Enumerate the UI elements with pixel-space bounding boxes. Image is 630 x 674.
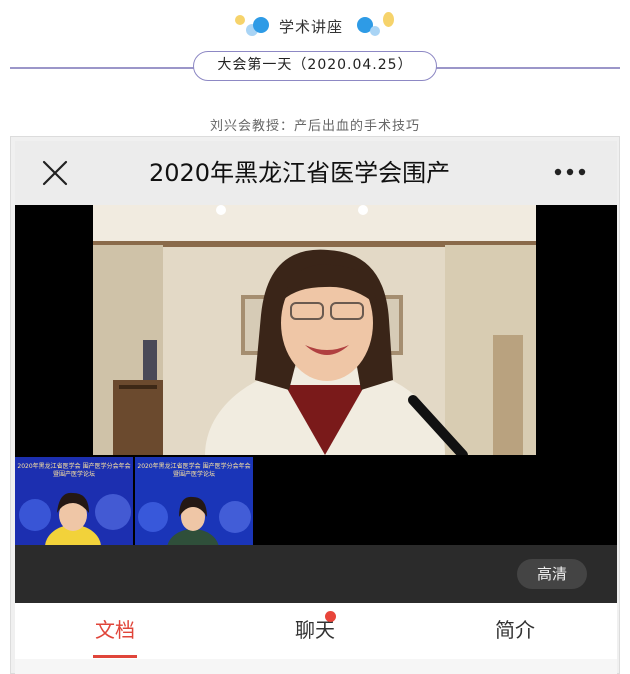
live-title: 2020年黑龙江省医学会围产 — [149, 159, 451, 187]
participant-thumbnails: 2020年黑龙江省医学会 围产医学分会年会暨围产医学论坛 2020年黑龙江省医学… — [15, 457, 255, 545]
close-icon[interactable] — [41, 159, 69, 187]
top-bar: 2020年黑龙江省医学会围产 — [15, 141, 617, 205]
tab-intro[interactable]: 简介 — [415, 603, 615, 659]
phone-screenshot: 2020年黑龙江省医学会围产 2020年黑龙江省医学会 围产医学分会年会暨围产医… — [10, 136, 620, 674]
speaker-video-image — [93, 205, 536, 455]
thumbnail-caption: 2020年黑龙江省医学会 围产医学分会年会暨围产医学论坛 — [137, 463, 251, 478]
tab-documents[interactable]: 文档 — [15, 603, 215, 659]
content-area — [15, 659, 617, 674]
tab-chat[interactable]: 聊天 — [215, 603, 415, 659]
active-tab-indicator — [93, 655, 137, 658]
date-pill: 大会第一天（2020.04.25） — [193, 51, 437, 81]
thumbnail-caption: 2020年黑龙江省医学会 围产医学分会年会暨围产医学论坛 — [17, 463, 131, 478]
main-speaker-feed[interactable] — [93, 205, 536, 455]
more-icon[interactable] — [553, 167, 587, 177]
section-title: 学术讲座 — [279, 18, 344, 36]
chat-unread-badge — [325, 611, 336, 622]
lecture-subtitle: 刘兴会教授：产后出血的手术技巧 — [209, 119, 420, 134]
tab-bar: 文档 聊天 简介 — [15, 603, 617, 659]
participant-thumbnail[interactable]: 2020年黑龙江省医学会 围产医学分会年会暨围产医学论坛 — [135, 457, 253, 545]
video-controls-bar: 高清 — [15, 545, 617, 603]
video-player[interactable]: 2020年黑龙江省医学会 围产医学分会年会暨围产医学论坛 2020年黑龙江省医学… — [15, 205, 617, 603]
participant-thumbnail[interactable]: 2020年黑龙江省医学会 围产医学分会年会暨围产医学论坛 — [15, 457, 133, 545]
quality-button[interactable]: 高清 — [517, 559, 587, 589]
